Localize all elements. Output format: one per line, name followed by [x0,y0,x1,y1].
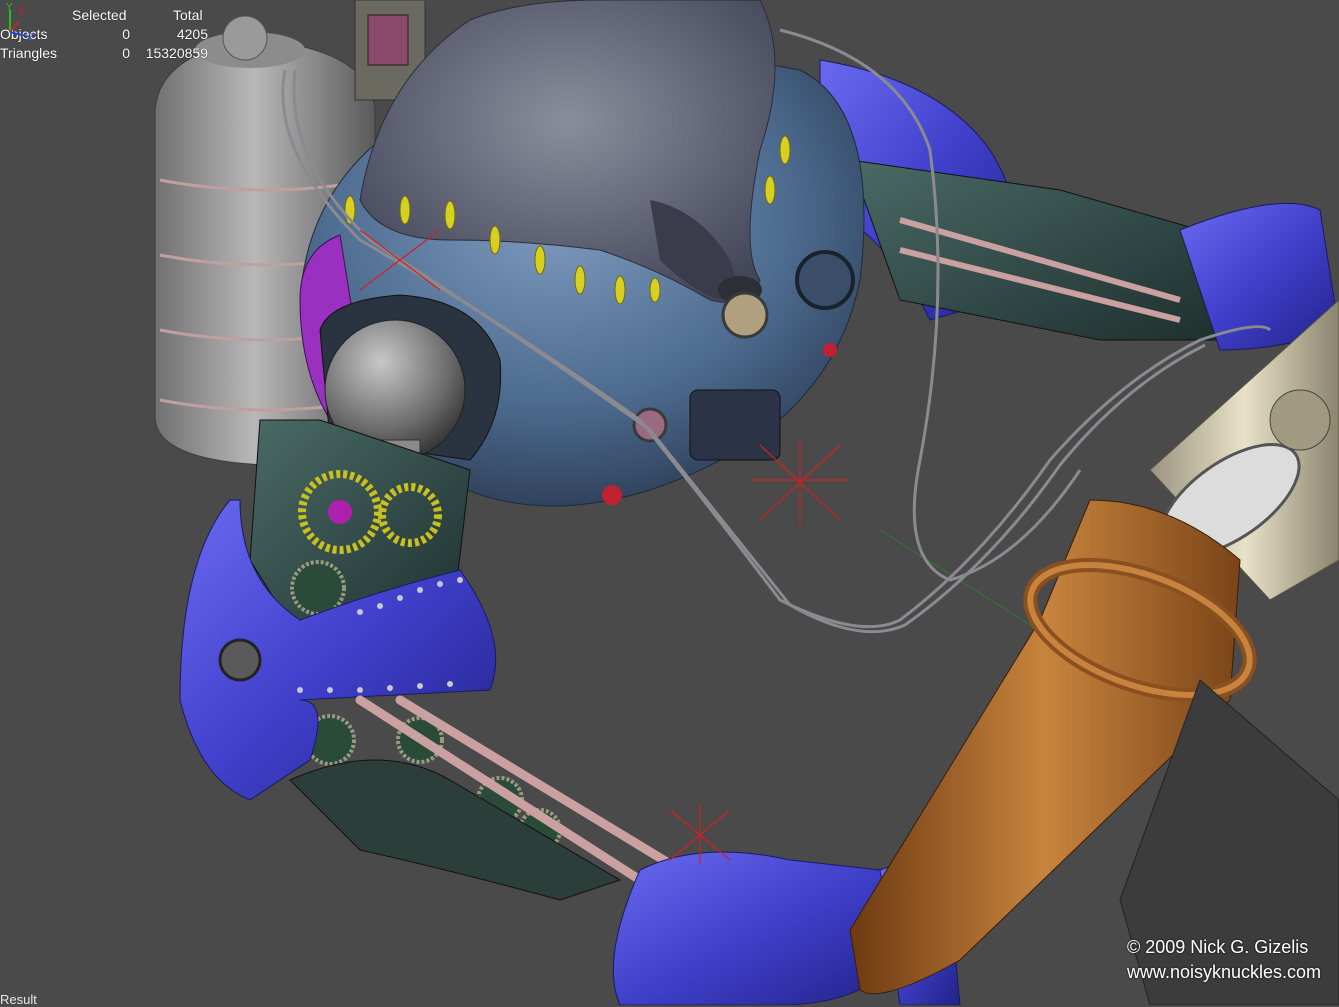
copyright-notice: © 2009 Nick G. Gizelis www.noisyknuckles… [1127,935,1321,985]
copyright-line: © 2009 Nick G. Gizelis [1126,937,1309,957]
3d-viewport[interactable]: Selected Total Objects 0 4205 Triangles … [0,0,1339,1007]
stats-selected-value: 0 [122,45,130,61]
stats-selected-value: 0 [122,26,130,42]
axis-x-label: X [18,6,25,17]
axis-z-label: Z [28,32,34,43]
stats-total-value: 4205 [176,26,208,42]
stats-header-selected: Selected [72,7,127,23]
axis-gizmo-icon: Y X Z [6,2,34,43]
website-url: www.noisyknuckles.com [1126,962,1321,982]
axis-y-label: Y [6,2,13,13]
stats-total-value: 15320859 [145,45,208,61]
stats-label: Triangles [0,45,58,61]
robot-model-render [0,0,1339,1005]
stats-header-total: Total [173,7,203,23]
